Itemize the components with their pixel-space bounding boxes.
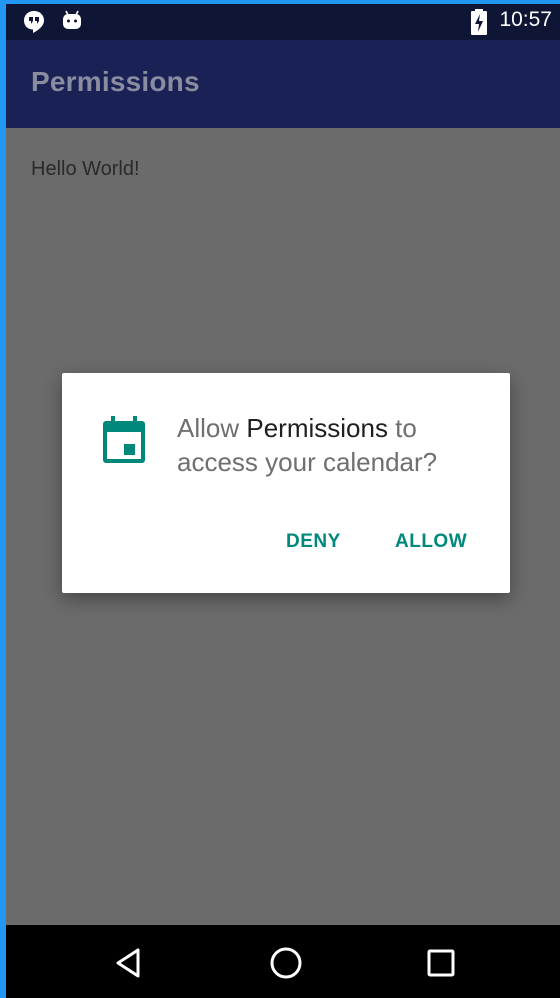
app-title: Permissions — [31, 66, 200, 97]
back-icon[interactable] — [112, 945, 148, 981]
allow-button[interactable]: ALLOW — [395, 531, 467, 553]
content-area: Hello World! Allow Permissions to access… — [6, 128, 560, 925]
hello-text: Hello World! — [31, 158, 140, 180]
battery-charging-icon — [470, 9, 488, 39]
status-bar: 10:57 — [6, 4, 560, 40]
hangouts-icon — [23, 10, 45, 38]
navigation-bar — [6, 925, 560, 998]
permission-dialog: Allow Permissions to access your calenda… — [62, 373, 510, 593]
deny-button[interactable]: DENY — [286, 531, 341, 553]
recents-icon[interactable] — [423, 945, 459, 981]
dialog-app-name: Permissions — [246, 413, 388, 443]
status-time: 10:57 — [499, 8, 552, 31]
dialog-message: Allow Permissions to access your calenda… — [177, 411, 487, 479]
app-bar: Permissions — [6, 40, 560, 128]
device-screen: 10:57 Permissions Hello World! Allow Per… — [6, 4, 560, 998]
home-icon[interactable] — [268, 945, 304, 981]
android-debug-icon — [61, 10, 83, 36]
dialog-message-prefix: Allow — [177, 413, 247, 443]
calendar-icon — [102, 416, 146, 464]
